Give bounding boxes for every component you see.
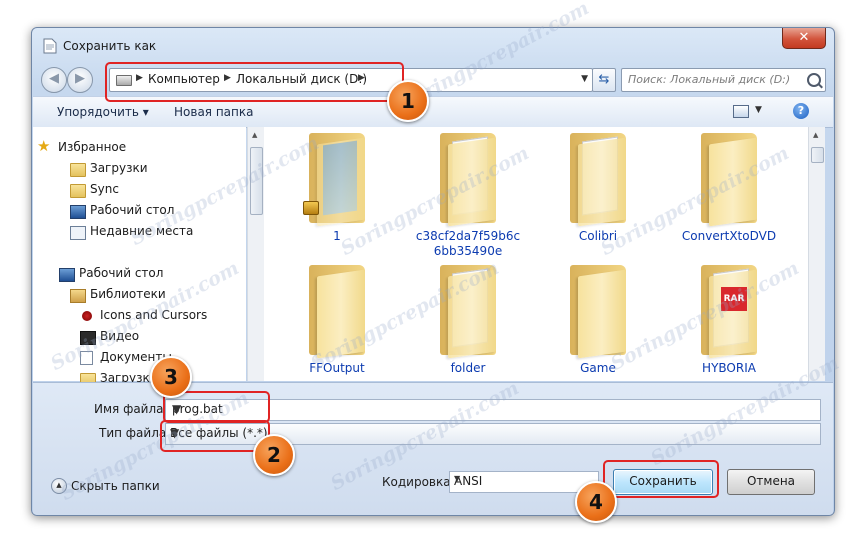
folder-icon [309,265,365,359]
scrollbar-thumb[interactable] [811,147,824,163]
folder-name: HYBORIA [702,361,756,375]
folder-icon: RAR [701,265,757,359]
scroll-up-arrow-icon[interactable]: ▲ [813,131,818,139]
refresh-button[interactable]: ⇆ [592,68,616,92]
sidebar-item-label: Видео [100,329,140,343]
sidebar-item-downloads[interactable]: Загрузки [70,161,148,177]
libraries-icon [70,289,86,303]
sidebar-item-label: Icons and Cursors [100,308,208,322]
file-list-pane: 1 c38cf2da7f59b6c 6bb35490e Colibri Conv… [264,127,820,381]
filename-label: Имя файла: [94,402,168,416]
folder-name: Game [580,361,616,375]
sidebar-item-video[interactable]: Видео [80,329,140,345]
sidebar-item-sync[interactable]: Sync [70,182,119,198]
desktop-icon [59,268,75,282]
encoding-label: Кодировка: [382,475,455,489]
document-icon [43,38,57,54]
sidebar-item-favorites[interactable]: ★ Избранное [37,139,127,155]
step-badge-3: 3 [150,356,192,398]
collapse-arrow-icon: ▲ [51,478,67,494]
sidebar-item-label: Библиотеки [90,287,166,301]
sidebar-item-label: Загрузки [90,161,148,175]
star-icon: ★ [37,137,51,155]
encoding-select[interactable]: ANSI ▼ [449,471,599,493]
scroll-up-arrow-icon[interactable]: ▲ [252,131,257,139]
rar-archive-icon: RAR [721,287,747,311]
folder-item[interactable]: RAR HYBORIA [674,265,784,376]
folder-icon [70,184,86,198]
scrollbar-thumb[interactable] [250,147,263,215]
folder-name: folder [450,361,486,375]
new-folder-button[interactable]: Новая папка [174,105,253,119]
search-icon [807,73,821,87]
hide-folders-label: Скрыть папки [71,479,160,493]
folder-icon [440,133,496,227]
icons-icon [82,311,92,321]
address-highlight-frame [105,62,404,102]
desktop-icon [70,205,86,219]
cancel-button[interactable]: Отмена [727,469,815,495]
folder-icon [570,265,626,359]
folder-item[interactable]: 1 [282,133,392,244]
sidebar-item-desktop[interactable]: Рабочий стол [70,203,175,219]
close-button[interactable]: ✕ [782,28,826,49]
sidebar-item-icons-and-cursors[interactable]: Icons and Cursors [82,308,208,322]
folder-name: FFOutput [309,361,365,375]
help-icon[interactable]: ? [793,103,809,119]
encoding-dropdown-icon[interactable]: ▼ [454,474,593,483]
downloads-folder-icon [70,163,86,177]
folder-icon [303,133,365,227]
folder-item[interactable]: Game [543,265,653,376]
video-icon [80,331,96,345]
folder-name: 1 [333,229,341,243]
sidebar-item-libraries[interactable]: Библиотеки [70,287,166,303]
folder-name-line2: 6bb35490e [433,244,503,258]
step-badge-2: 2 [253,434,295,476]
forward-arrow-icon[interactable]: ▶ [67,67,93,93]
lock-icon [303,201,319,215]
folder-item[interactable]: ConvertXtoDVD [674,133,784,244]
step-badge-4: 4 [575,481,617,523]
folder-icon [570,133,626,227]
documents-icon [80,351,93,365]
folder-name: c38cf2da7f59b6c [415,229,521,243]
folder-icon [701,133,757,227]
step-badge-1: 1 [387,80,429,122]
folder-item[interactable]: Colibri [543,133,653,244]
sidebar-item-label: Недавние места [90,224,194,238]
sidebar-item-recent-places[interactable]: Недавние места [70,224,194,240]
sidebar-item-label: Рабочий стол [79,266,164,280]
folder-name: Colibri [578,229,618,243]
search-input[interactable]: Поиск: Локальный диск (D:) [621,68,826,92]
search-placeholder: Поиск: Локальный диск (D:) [628,73,791,86]
folder-item[interactable]: folder [413,265,523,376]
sidebar-item-label: Sync [90,182,119,196]
file-list-scrollbar[interactable]: ▲ [808,127,825,381]
window-title: Сохранить как [63,39,157,53]
sidebar-item-label: Избранное [58,140,127,154]
address-history-dropdown-icon[interactable]: ▼ [581,74,588,84]
hide-folders-button[interactable]: ▲ Скрыть папки [51,478,160,494]
folder-item[interactable]: FFOutput [282,265,392,376]
recent-places-icon [70,226,86,240]
folder-name: ConvertXtoDVD [681,229,777,243]
view-mode-dropdown-icon[interactable]: ▼ [755,105,762,115]
save-highlight-frame [603,460,719,498]
sidebar-item-label: Рабочий стол [90,203,175,217]
view-mode-icon[interactable] [733,105,749,118]
folder-item[interactable]: c38cf2da7f59b6c 6bb35490e [413,133,523,259]
navigation-pane: ★ Избранное Загрузки Sync Рабочий стол Н… [33,127,246,387]
title-bar: Сохранить как ✕ [32,28,834,64]
organize-menu-button[interactable]: Упорядочить ▾ [57,105,149,119]
navigation-scrollbar[interactable]: ▲ [247,127,264,381]
back-arrow-icon[interactable]: ◀ [41,67,67,93]
sidebar-item-desktop-root[interactable]: Рабочий стол [59,266,164,282]
folder-icon [440,265,496,359]
